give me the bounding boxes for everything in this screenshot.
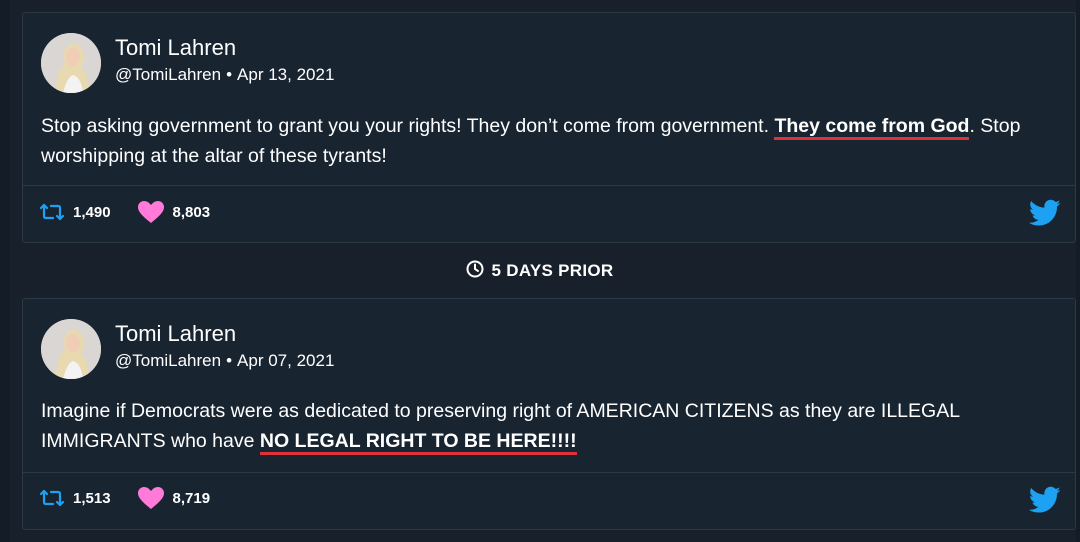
tweet-date[interactable]: Apr 07, 2021 (237, 351, 334, 370)
retweet-count: 1,490 (73, 203, 111, 221)
separator-label: 5 DAYS PRIOR (491, 261, 614, 280)
clock-icon (466, 260, 491, 283)
like-count: 8,803 (172, 203, 211, 221)
like-stat[interactable]: 8,803 (137, 200, 211, 224)
meta-separator: • (226, 351, 233, 370)
handle[interactable]: @TomiLahren (115, 65, 221, 84)
retweet-stat[interactable]: 1,513 (39, 489, 111, 507)
twitter-bird-icon[interactable] (1028, 486, 1061, 514)
divider (23, 472, 1075, 473)
heart-icon[interactable] (137, 200, 165, 224)
tweet-actions: 1,513 8,719 (39, 483, 210, 513)
tweet-text-highlight: They come from God (774, 115, 970, 140)
avatar[interactable] (41, 319, 101, 379)
like-stat[interactable]: 8,719 (137, 486, 211, 510)
tweet-actions: 1,490 8,803 (39, 197, 210, 227)
tweet-text: Imagine if Democrats were as dedicated t… (41, 396, 1051, 456)
divider (23, 185, 1075, 186)
tweet-text-highlight: NO LEGAL RIGHT TO BE HERE!!!! (259, 430, 577, 455)
tweet-text: Stop asking government to grant you your… (41, 111, 1051, 171)
retweet-icon[interactable] (39, 203, 65, 221)
handle[interactable]: @TomiLahren (115, 351, 221, 370)
tweet-meta: @TomiLahren • Apr 07, 2021 (115, 351, 334, 371)
retweet-icon[interactable] (39, 489, 65, 507)
retweet-stat[interactable]: 1,490 (39, 203, 111, 221)
display-name[interactable]: Tomi Lahren (115, 321, 236, 347)
time-separator: 5 DAYS PRIOR (0, 258, 1080, 284)
tweet-text-before: Stop asking government to grant you your… (41, 115, 775, 137)
heart-icon[interactable] (137, 486, 165, 510)
tweet-date[interactable]: Apr 13, 2021 (237, 65, 334, 84)
tweet-meta: @TomiLahren • Apr 13, 2021 (115, 65, 334, 85)
display-name[interactable]: Tomi Lahren (115, 35, 236, 61)
twitter-bird-icon[interactable] (1028, 199, 1061, 227)
avatar[interactable] (41, 33, 101, 93)
tweet-card[interactable]: Tomi Lahren @TomiLahren • Apr 07, 2021 Ima… (22, 298, 1076, 530)
like-count: 8,719 (172, 489, 211, 507)
meta-separator: • (226, 65, 233, 84)
tweet-card[interactable]: Tomi Lahren @TomiLahren • Apr 13, 2021 Sto… (22, 12, 1076, 243)
retweet-count: 1,513 (73, 489, 111, 507)
